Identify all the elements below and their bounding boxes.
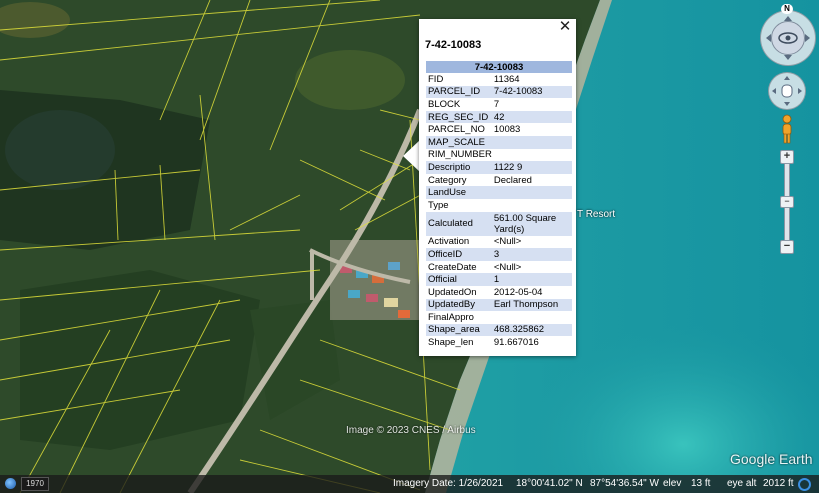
table-row: PARCEL_NO 10083 <box>428 124 521 136</box>
attribute-table: 7-42-10083 FID 11364 PARCEL_ID 7-42-10083 … <box>426 61 572 349</box>
table-row: MAP_SCALE <box>426 135 572 149</box>
status-bar: 1970 Imagery Date: 1/26/2021 18°00'41.02… <box>0 475 819 493</box>
pegman-icon[interactable] <box>780 114 794 144</box>
imagery-copyright: Image © 2023 CNES / Airbus <box>346 425 476 436</box>
zoom-slider-handle[interactable]: − <box>780 196 794 208</box>
table-row: Calculated 561.00 Square Yard(s) <box>426 211 572 236</box>
table-row: Type <box>428 199 449 211</box>
satellite-map[interactable] <box>0 0 819 493</box>
table-row: Descriptio 1122 9 <box>426 161 572 174</box>
table-row: FID 11364 <box>428 73 520 85</box>
imagery-date: Imagery Date: 1/26/2021 <box>393 478 504 489</box>
table-row: Category Declared <box>428 174 532 186</box>
streaming-status-icon <box>798 478 811 491</box>
table-row: BLOCK 7 <box>428 98 500 110</box>
attribute-table-header: 7-42-10083 <box>426 61 572 73</box>
popup-title: 7-42-10083 <box>425 39 482 51</box>
table-row: FinalAppro <box>428 311 474 323</box>
table-row: OfficeID 3 <box>426 248 572 261</box>
eye-altitude-value: 2012 ft <box>763 478 794 489</box>
table-row: RIM_NUMBER <box>428 149 492 161</box>
table-row: Shape_len 91.667016 <box>428 337 539 349</box>
globe-icon[interactable] <box>5 478 16 489</box>
parcel-info-popup: ✕ 7-42-10083 7-42-10083 FID 11364 PARCEL_… <box>419 19 576 356</box>
elevation-label: elev <box>663 478 682 489</box>
eye-icon[interactable] <box>771 21 805 55</box>
eye-altitude-label: eye alt <box>727 478 757 489</box>
latitude: 18°00'41.02" N <box>516 478 583 489</box>
table-row: CreateDate <Null> <box>428 261 522 273</box>
zoom-in-button[interactable]: + <box>780 150 794 164</box>
historical-year-button[interactable]: 1970 <box>21 477 49 491</box>
table-row: UpdatedBy Earl Thompson <box>426 298 572 312</box>
move-joystick[interactable] <box>768 72 806 110</box>
table-row: Activation <Null> <box>428 236 522 248</box>
hand-icon <box>772 76 802 106</box>
popup-pointer <box>403 140 420 172</box>
place-label: T Resort <box>577 209 616 220</box>
google-earth-logo: Google Earth <box>730 451 813 467</box>
table-row: LandUse <box>426 186 572 199</box>
table-row: UpdatedOn 2012-05-04 <box>428 286 543 298</box>
table-row: Shape_area 468.325862 <box>426 323 572 337</box>
table-row: PARCEL_ID 7-42-10083 <box>426 85 572 99</box>
north-indicator[interactable]: N <box>781 4 793 14</box>
close-icon[interactable]: ✕ <box>558 19 572 34</box>
zoom-out-button[interactable]: − <box>780 240 794 254</box>
elevation-value: 13 ft <box>691 478 711 489</box>
table-row: Official 1 <box>426 273 572 286</box>
table-row: REG_SEC_ID 42 <box>426 110 572 124</box>
longitude: 87°54'36.54" W <box>590 478 659 489</box>
